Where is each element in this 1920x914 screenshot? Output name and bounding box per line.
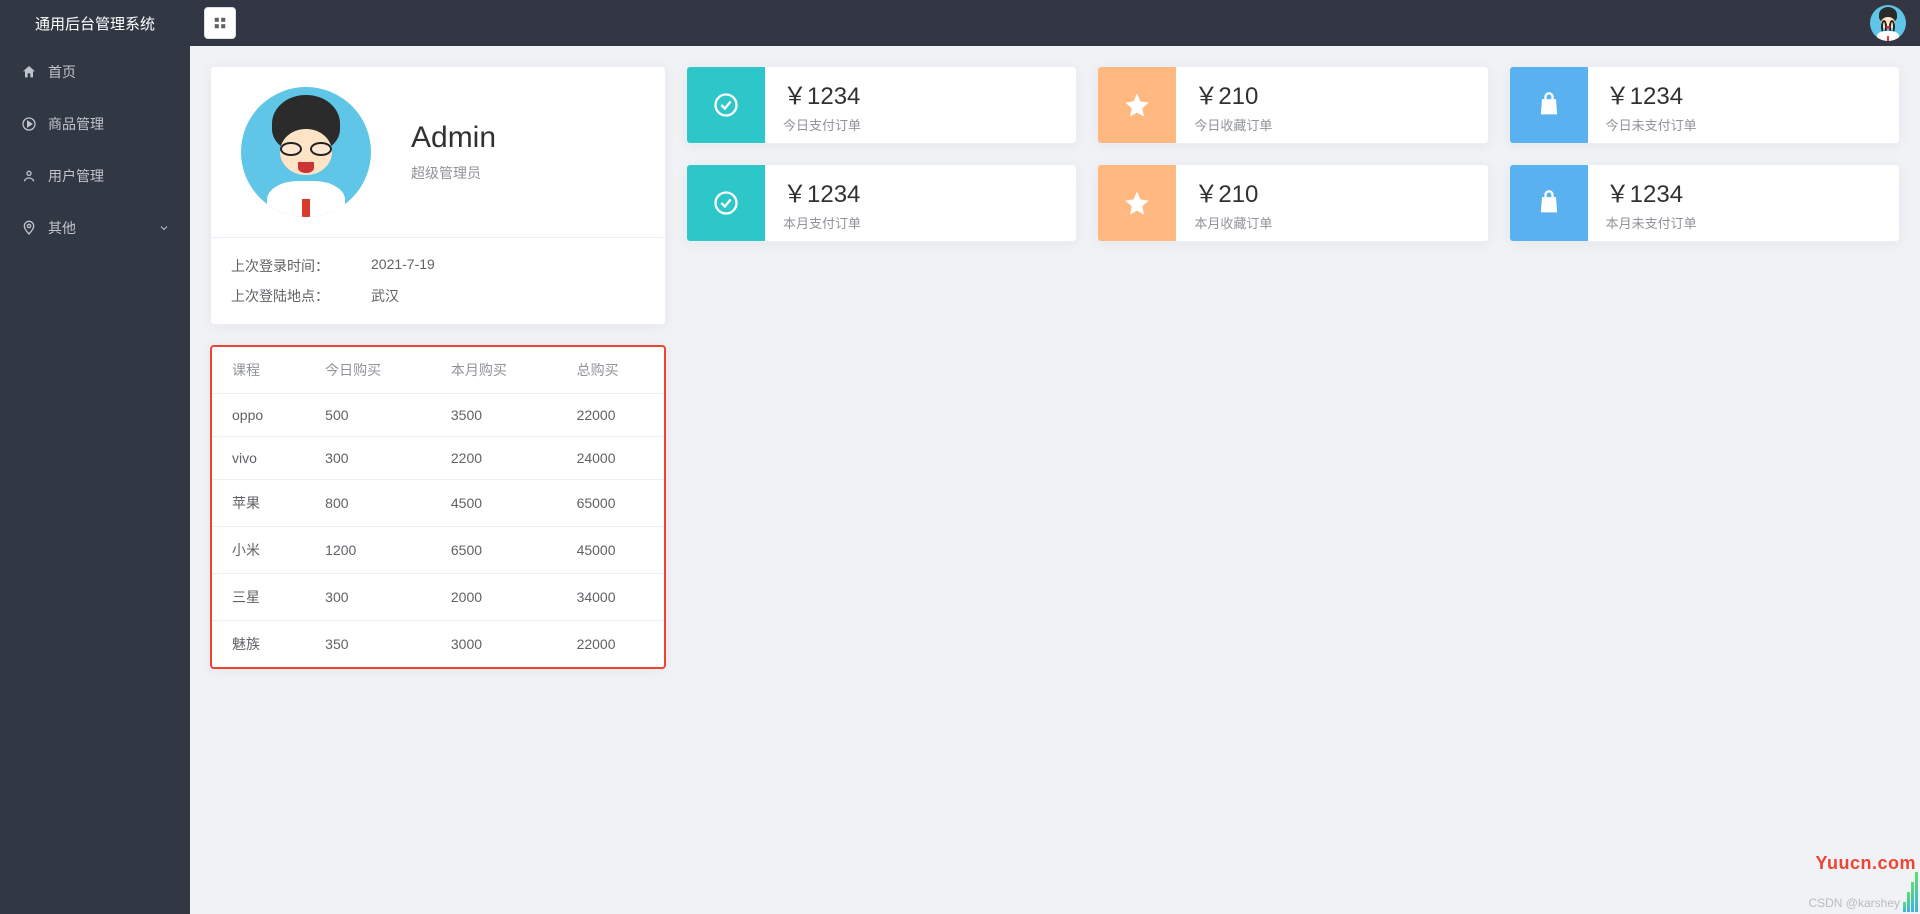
play-circle-icon (20, 116, 38, 132)
table-cell: 300 (305, 437, 431, 480)
stat-label: 今日支付订单 (783, 115, 861, 134)
info-label: 上次登录时间： (231, 256, 371, 276)
chevron-down-icon (158, 222, 170, 234)
table-cell: 2000 (431, 574, 557, 621)
table-cell: 350 (305, 621, 431, 668)
sidebar-item-label: 其他 (48, 218, 76, 238)
location-icon (20, 220, 38, 236)
sidebar-item-label: 首页 (48, 62, 76, 82)
stat-label: 本月支付订单 (783, 213, 861, 232)
check-circle-icon (687, 67, 765, 143)
table-header: 今日购买 (305, 347, 431, 394)
table-cell: vivo (212, 437, 305, 480)
stat-card: ￥1234 本月未支付订单 (1509, 164, 1900, 242)
stat-card: ￥210 今日收藏订单 (1097, 66, 1488, 144)
info-label: 上次登陆地点： (231, 286, 371, 306)
toggle-sidebar-button[interactable] (204, 7, 236, 39)
sidebar-item-home[interactable]: 首页 (0, 46, 190, 98)
stat-label: 本月收藏订单 (1194, 213, 1272, 232)
table-cell: 1200 (305, 527, 431, 574)
stat-card: ￥210 本月收藏订单 (1097, 164, 1488, 242)
table-row: vivo300220024000 (212, 437, 664, 480)
table-cell: 4500 (431, 480, 557, 527)
table-cell: 3500 (431, 394, 557, 437)
avatar-icon (241, 87, 371, 217)
stat-value: ￥1234 (783, 174, 861, 209)
table-row: 三星300200034000 (212, 574, 664, 621)
watermark-csdn: CSDN @karshey (1808, 896, 1900, 910)
user-role: 超级管理员 (411, 163, 496, 183)
table-header: 本月购买 (431, 347, 557, 394)
table-cell: 三星 (212, 574, 305, 621)
bag-icon (1510, 165, 1588, 241)
table-cell: 22000 (557, 621, 664, 668)
avatar-icon (1870, 5, 1906, 41)
star-icon (1098, 67, 1176, 143)
grid-icon (213, 16, 227, 30)
home-icon (20, 64, 38, 80)
table-cell: 魅族 (212, 621, 305, 668)
decorative-bars (1901, 870, 1920, 914)
table-header: 课程 (212, 347, 305, 394)
sidebar-title: 通用后台管理系统 (0, 0, 190, 46)
star-icon (1098, 165, 1176, 241)
table-cell: 500 (305, 394, 431, 437)
user-icon (20, 168, 38, 184)
sidebar-item-products[interactable]: 商品管理 (0, 98, 190, 150)
table-row: 魅族350300022000 (212, 621, 664, 668)
table-row: oppo500350022000 (212, 394, 664, 437)
stat-card: ￥1234 今日未支付订单 (1509, 66, 1900, 144)
table-cell: 苹果 (212, 480, 305, 527)
table-cell: oppo (212, 394, 305, 437)
table-cell: 34000 (557, 574, 664, 621)
user-avatar-button[interactable] (1870, 5, 1906, 41)
table-cell: 24000 (557, 437, 664, 480)
sidebar-item-users[interactable]: 用户管理 (0, 150, 190, 202)
table-cell: 6500 (431, 527, 557, 574)
user-card: Admin 超级管理员 上次登录时间： 2021-7-19 上次登陆地点： 武汉 (210, 66, 666, 325)
stat-value: ￥1234 (1606, 174, 1697, 209)
stat-value: ￥210 (1194, 76, 1272, 111)
purchase-table: 课程今日购买本月购买总购买 oppo500350022000vivo300220… (212, 347, 664, 667)
table-row: 苹果800450065000 (212, 480, 664, 527)
table-cell: 65000 (557, 480, 664, 527)
table-cell: 2200 (431, 437, 557, 480)
check-circle-icon (687, 165, 765, 241)
header (190, 0, 1920, 46)
info-value: 武汉 (371, 286, 399, 306)
sidebar-item-label: 用户管理 (48, 166, 104, 186)
table-header: 总购买 (557, 347, 664, 394)
bag-icon (1510, 67, 1588, 143)
stat-value: ￥1234 (783, 76, 861, 111)
stat-label: 今日未支付订单 (1606, 115, 1697, 134)
stats-grid: ￥1234 今日支付订单 ￥210 今日收藏订单 ￥1234 今日未支付订单 ￥1234 本月… (686, 66, 1900, 242)
stat-value: ￥1234 (1606, 76, 1697, 111)
stat-label: 今日收藏订单 (1194, 115, 1272, 134)
info-row: 上次登陆地点： 武汉 (231, 286, 645, 306)
table-cell: 3000 (431, 621, 557, 668)
stat-label: 本月未支付订单 (1606, 213, 1697, 232)
stat-value: ￥210 (1194, 174, 1272, 209)
table-cell: 800 (305, 480, 431, 527)
info-row: 上次登录时间： 2021-7-19 (231, 256, 645, 276)
sidebar: 通用后台管理系统 首页 商品管理 用户管理 其他 (0, 0, 190, 914)
stat-card: ￥1234 本月支付订单 (686, 164, 1077, 242)
table-cell: 小米 (212, 527, 305, 574)
sidebar-item-other[interactable]: 其他 (0, 202, 190, 254)
sidebar-item-label: 商品管理 (48, 114, 104, 134)
table-cell: 22000 (557, 394, 664, 437)
info-value: 2021-7-19 (371, 256, 435, 276)
table-cell: 45000 (557, 527, 664, 574)
user-name: Admin (411, 121, 496, 155)
purchase-table-card: 课程今日购买本月购买总购买 oppo500350022000vivo300220… (210, 345, 666, 669)
table-cell: 300 (305, 574, 431, 621)
avatar (241, 87, 371, 217)
stat-card: ￥1234 今日支付订单 (686, 66, 1077, 144)
table-row: 小米1200650045000 (212, 527, 664, 574)
